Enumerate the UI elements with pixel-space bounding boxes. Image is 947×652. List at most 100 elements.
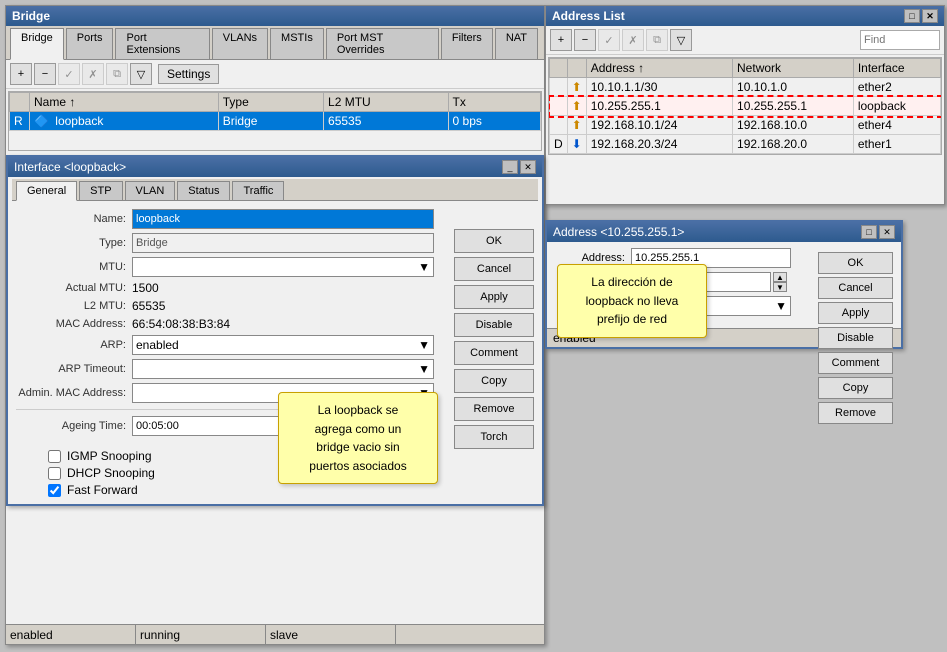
tab-mstis[interactable]: MSTIs — [270, 28, 324, 59]
addrlist-filter[interactable]: ▽ — [670, 29, 692, 51]
tab-nat[interactable]: NAT — [495, 28, 538, 59]
copy-button[interactable]: ⧉ — [106, 63, 128, 85]
row-l2mtu: 65535 — [324, 112, 449, 131]
row-tx: 0 bps — [448, 112, 540, 131]
addrlist-remove[interactable]: − — [574, 29, 596, 51]
col-tx[interactable]: Tx — [448, 93, 540, 112]
dhcp-checkbox[interactable] — [48, 467, 61, 480]
addr-row-0[interactable]: ⬆ 10.10.1.1/30 10.10.1.0 ether2 — [550, 78, 941, 97]
tab-vlan[interactable]: VLAN — [125, 181, 176, 200]
addr-comment-button[interactable]: Comment — [818, 352, 893, 374]
actual-mtu-row: Actual MTU: 1500 — [16, 281, 434, 295]
arp-timeout-row: ARP Timeout: ▼ — [16, 359, 434, 379]
fastforward-checkbox[interactable] — [48, 484, 61, 497]
iface-titlebar: Interface <loopback> _ ✕ — [8, 157, 542, 177]
addr-dialog-maximize[interactable]: □ — [861, 225, 877, 239]
tab-status[interactable]: Status — [177, 181, 230, 200]
actual-mtu-value: 1500 — [132, 281, 159, 295]
tab-filters[interactable]: Filters — [441, 28, 493, 59]
addrlist-cross[interactable]: ✗ — [622, 29, 644, 51]
iface-minimize[interactable]: _ — [502, 160, 518, 174]
iface-title: Interface <loopback> — [14, 160, 126, 174]
addrlist-window: Address List □ ✕ + − ✓ ✗ ⧉ ▽ Address ↑ N… — [545, 5, 945, 205]
tab-traffic[interactable]: Traffic — [232, 181, 284, 200]
bridge-titlebar: Bridge — [6, 6, 544, 26]
igmp-checkbox[interactable] — [48, 450, 61, 463]
iface-side-buttons: OK Cancel Apply Disable Comment Copy Rem… — [454, 229, 534, 449]
copy-button-iface[interactable]: Copy — [454, 369, 534, 393]
addr-copy-button[interactable]: Copy — [818, 377, 893, 399]
settings-button[interactable]: Settings — [158, 64, 219, 84]
cross-button[interactable]: ✗ — [82, 63, 104, 85]
torch-button[interactable]: Torch — [454, 425, 534, 449]
addr-row-2[interactable]: ⬆ 192.168.10.1/24 192.168.10.0 ether4 — [550, 116, 941, 135]
addr-ok-button[interactable]: OK — [818, 252, 893, 274]
tab-bridge[interactable]: Bridge — [10, 28, 64, 60]
tab-port-extensions[interactable]: Port Extensions — [115, 28, 209, 59]
network-up[interactable]: ▲ — [773, 272, 787, 282]
col-name[interactable]: Name ↑ — [30, 93, 219, 112]
tab-vlans[interactable]: VLANs — [212, 28, 268, 59]
mtu-select[interactable]: ▼ — [132, 257, 434, 277]
cancel-button[interactable]: Cancel — [454, 257, 534, 281]
name-input[interactable] — [132, 209, 434, 229]
addrlist-add[interactable]: + — [550, 29, 572, 51]
status-enabled: enabled — [6, 625, 136, 644]
iface-3: ether1 — [853, 135, 940, 154]
mtu-row: MTU: ▼ — [16, 257, 434, 277]
iface-tab-bar: General STP VLAN Status Traffic — [12, 179, 538, 201]
arp-select[interactable]: enabled ▼ — [132, 335, 434, 355]
addrlist-copy[interactable]: ⧉ — [646, 29, 668, 51]
tab-general[interactable]: General — [16, 181, 77, 201]
addr-apply-button[interactable]: Apply — [818, 302, 893, 324]
status-slave: slave — [266, 625, 396, 644]
type-input — [132, 233, 434, 253]
addr-cancel-button[interactable]: Cancel — [818, 277, 893, 299]
addrlist-toolbar: + − ✓ ✗ ⧉ ▽ — [546, 26, 944, 55]
addrlist-search[interactable] — [860, 30, 940, 50]
apply-button[interactable]: Apply — [454, 285, 534, 309]
addr-dialog-close[interactable]: ✕ — [879, 225, 895, 239]
addrlist-close[interactable]: ✕ — [922, 9, 938, 23]
addr-0: 10.10.1.1/30 — [586, 78, 732, 97]
remove-button-iface[interactable]: Remove — [454, 397, 534, 421]
addr-dialog-titlebar: Address <10.255.255.1> □ ✕ — [547, 222, 901, 242]
addr-remove-button[interactable]: Remove — [818, 402, 893, 424]
addr-row-3[interactable]: D ⬇ 192.168.20.3/24 192.168.20.0 ether1 — [550, 135, 941, 154]
row-flag: R — [10, 112, 30, 131]
col-interface[interactable]: Interface — [853, 59, 940, 78]
col-address[interactable]: Address ↑ — [586, 59, 732, 78]
ageing-input[interactable] — [132, 416, 292, 436]
disable-button[interactable]: Disable — [454, 313, 534, 337]
row-flag-3: D — [550, 135, 568, 154]
addr-2: 192.168.10.1/24 — [586, 116, 732, 135]
arp-timeout-select[interactable]: ▼ — [132, 359, 434, 379]
addrlist-maximize[interactable]: □ — [904, 9, 920, 23]
comment-button[interactable]: Comment — [454, 341, 534, 365]
filter-button[interactable]: ▽ — [130, 63, 152, 85]
add-button[interactable]: + — [10, 63, 32, 85]
check-button[interactable]: ✓ — [58, 63, 80, 85]
col-type[interactable]: Type — [218, 93, 323, 112]
addr-disable-button[interactable]: Disable — [818, 327, 893, 349]
addr-side-buttons: OK Cancel Apply Disable Comment Copy Rem… — [818, 252, 893, 424]
col-l2mtu[interactable]: L2 MTU — [324, 93, 449, 112]
ok-button[interactable]: OK — [454, 229, 534, 253]
tab-ports[interactable]: Ports — [66, 28, 114, 59]
tab-stp[interactable]: STP — [79, 181, 122, 200]
iface-close[interactable]: ✕ — [520, 160, 536, 174]
iface-dialog: Interface <loopback> _ ✕ General STP VLA… — [6, 155, 544, 506]
table-row[interactable]: R 🔷 loopback Bridge 65535 0 bps — [10, 112, 541, 131]
mtu-label: MTU: — [16, 261, 126, 273]
tab-port-mst-overrides[interactable]: Port MST Overrides — [326, 28, 439, 59]
igmp-label: IGMP Snooping — [67, 449, 152, 463]
actual-mtu-label: Actual MTU: — [16, 282, 126, 294]
col-network[interactable]: Network — [733, 59, 854, 78]
remove-button[interactable]: − — [34, 63, 56, 85]
addrlist-check[interactable]: ✓ — [598, 29, 620, 51]
bridge-table-container: Name ↑ Type L2 MTU Tx R 🔷 loopback Bridg… — [8, 91, 542, 151]
row-type: Bridge — [218, 112, 323, 131]
network-down[interactable]: ▼ — [773, 282, 787, 292]
type-row: Type: — [16, 233, 434, 253]
addr-row-1[interactable]: ⬆ 10.255.255.1 10.255.255.1 loopback — [550, 97, 941, 116]
